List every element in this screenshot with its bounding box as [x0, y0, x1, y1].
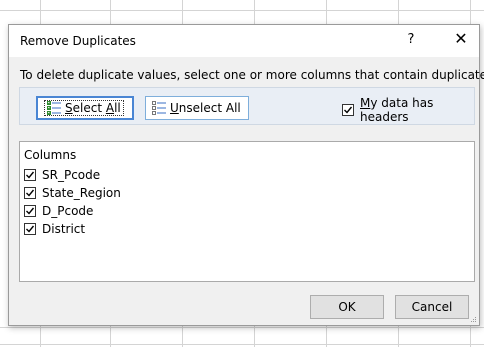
column-checkbox[interactable]	[24, 205, 36, 217]
columns-listbox[interactable]: Columns SR_Pcode State_Region D_Pcode Di…	[19, 141, 475, 282]
column-checkbox[interactable]	[24, 187, 36, 199]
remove-duplicates-dialog: Remove Duplicates ? ✕ To delete duplicat…	[8, 24, 484, 326]
cancel-button[interactable]: Cancel	[395, 295, 469, 319]
headers-checkbox-row[interactable]: My data has headers	[342, 96, 474, 124]
grid-line	[0, 10, 484, 11]
select-all-icon	[47, 101, 61, 115]
checkmark-icon	[26, 189, 35, 197]
column-label: D_Pcode	[42, 204, 94, 218]
column-label: SR_Pcode	[42, 168, 101, 182]
resize-grip-icon[interactable]	[469, 315, 477, 323]
close-button[interactable]: ✕	[451, 29, 471, 49]
column-checkbox[interactable]	[24, 169, 36, 181]
unselect-all-icon	[152, 101, 166, 115]
selection-toolbar: Select All Unselect All My data has head…	[19, 87, 475, 125]
checkmark-icon	[26, 225, 35, 233]
unselect-all-label: Unselect All	[170, 101, 241, 115]
dialog-title: Remove Duplicates	[20, 34, 136, 48]
checkmark-icon	[26, 207, 35, 215]
headers-checkbox[interactable]	[342, 104, 354, 116]
select-all-focus-rect: Select All	[44, 100, 124, 116]
column-label: District	[42, 222, 86, 236]
grid-line	[0, 344, 484, 345]
column-item[interactable]: SR_Pcode	[24, 168, 100, 182]
column-label: State_Region	[42, 186, 121, 200]
help-button[interactable]: ?	[401, 30, 421, 50]
select-all-label: Select All	[65, 101, 121, 115]
column-item[interactable]: D_Pcode	[24, 204, 93, 218]
unselect-all-button[interactable]: Unselect All	[145, 96, 249, 120]
ok-button[interactable]: OK	[310, 295, 384, 319]
instruction-text: To delete duplicate values, select one o…	[20, 68, 484, 82]
dialog-titlebar: Remove Duplicates ? ✕	[9, 25, 479, 57]
headers-checkbox-label: My data has headers	[360, 96, 434, 124]
grid-line	[0, 327, 484, 328]
column-checkbox[interactable]	[24, 223, 36, 235]
columns-header: Columns	[24, 148, 77, 162]
column-item[interactable]: State_Region	[24, 186, 121, 200]
checkmark-icon	[26, 171, 35, 179]
select-all-button[interactable]: Select All	[36, 96, 134, 120]
column-item[interactable]: District	[24, 222, 85, 236]
checkmark-icon	[344, 106, 353, 114]
